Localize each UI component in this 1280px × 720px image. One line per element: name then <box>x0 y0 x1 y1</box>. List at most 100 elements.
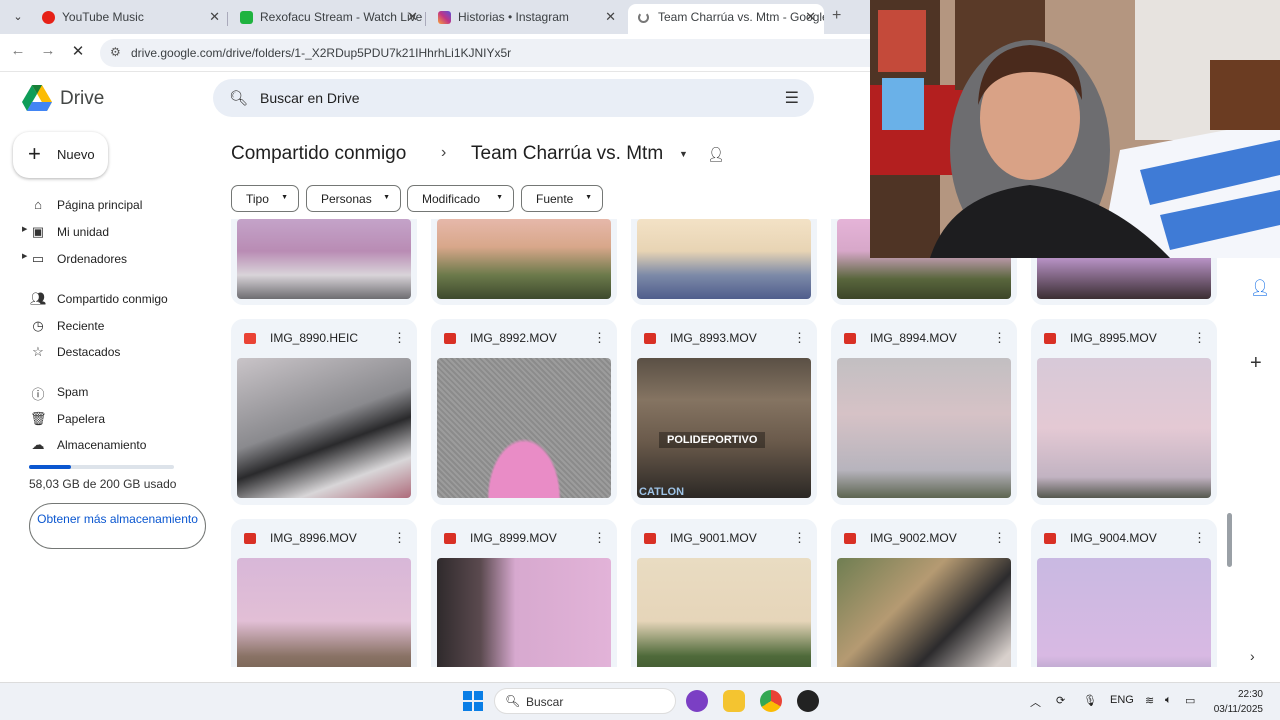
tab-separator <box>425 12 426 26</box>
chip-label: Fuente <box>536 192 574 206</box>
more-options-icon[interactable]: ⋮ <box>793 330 806 346</box>
contacts-icon[interactable]: 👤︎ <box>1250 278 1270 298</box>
file-card-partial[interactable] <box>431 219 617 305</box>
address-bar[interactable]: ⚙ drive.google.com/drive/folders/1-_X2RD… <box>100 39 870 67</box>
stop-loading-icon[interactable]: ✕ <box>68 42 88 60</box>
sidebar-item-home[interactable]: ⌂ Página principal <box>22 193 202 217</box>
file-name: IMG_8996.MOV <box>270 531 357 545</box>
drive-search-bar[interactable]: 🔍︎ Buscar en Drive ☰ <box>213 79 814 117</box>
close-tab-icon[interactable]: ✕ <box>805 4 816 30</box>
filter-modified-chip[interactable]: Modificado ▼ <box>407 185 514 212</box>
filter-people-chip[interactable]: Personas ▼ <box>306 185 401 212</box>
sidebar-item-recent[interactable]: ◷ Reciente <box>22 314 202 338</box>
expand-caret-icon[interactable]: ▶ <box>22 225 27 233</box>
language-indicator[interactable]: ENG <box>1110 694 1134 706</box>
file-card-partial[interactable] <box>231 219 417 305</box>
more-options-icon[interactable]: ⋮ <box>793 530 806 546</box>
file-name: IMG_8990.HEIC <box>270 331 359 345</box>
tab-drive-active[interactable]: Team Charrúa vs. Mtm - Google ✕ <box>628 4 824 34</box>
site-info-icon[interactable]: ⚙ <box>110 45 121 59</box>
sync-icon[interactable]: ⟳ <box>1056 694 1065 707</box>
more-options-icon[interactable]: ⋮ <box>593 530 606 546</box>
video-file-icon <box>844 533 856 544</box>
file-thumbnail <box>1037 558 1211 667</box>
tab-youtube-music[interactable]: YouTube Music ✕ <box>32 4 228 34</box>
folder-menu-caret-icon[interactable]: ▼ <box>679 149 688 159</box>
file-card[interactable]: IMG_9002.MOV ⋮ <box>831 519 1017 667</box>
sidebar-item-storage[interactable]: ☁ Almacenamiento <box>22 433 202 457</box>
chrome-icon[interactable] <box>760 690 782 712</box>
expand-panel-chevron-icon[interactable]: › <box>1250 648 1255 664</box>
file-card[interactable]: IMG_8993.MOV ⋮ POLIDEPORTIVO CATLON <box>631 319 817 505</box>
plus-icon: + <box>28 141 41 166</box>
breadcrumb-parent[interactable]: Compartido conmigo <box>231 143 406 165</box>
file-explorer-icon[interactable] <box>723 690 745 712</box>
github-desktop-icon[interactable] <box>686 690 708 712</box>
dropdown-caret-icon: ▼ <box>585 194 592 201</box>
grid-scrollbar[interactable] <box>1227 513 1232 567</box>
filter-type-chip[interactable]: Tipo ▼ <box>231 185 299 212</box>
file-card-partial[interactable] <box>631 219 817 305</box>
file-card[interactable]: IMG_8996.MOV ⋮ <box>231 519 417 667</box>
taskbar-clock[interactable]: 22:30 03/11/2025 <box>1205 687 1263 717</box>
chip-label: Modificado <box>422 192 481 206</box>
sidebar-item-my-drive[interactable]: ▶ ▣ Mi unidad <box>22 220 202 244</box>
more-options-icon[interactable]: ⋮ <box>993 530 1006 546</box>
windows-start-icon[interactable] <box>463 691 483 711</box>
search-icon[interactable]: 🔍︎ <box>229 89 248 107</box>
home-icon: ⌂ <box>34 197 42 212</box>
volume-icon[interactable]: 🔈︎ <box>1165 694 1172 707</box>
battery-icon[interactable]: ▭ <box>1185 694 1195 707</box>
more-options-icon[interactable]: ⋮ <box>393 330 406 346</box>
close-tab-icon[interactable]: ✕ <box>209 4 220 30</box>
filter-source-chip[interactable]: Fuente ▼ <box>521 185 603 212</box>
add-addon-plus-icon[interactable]: + <box>1250 352 1262 375</box>
breadcrumb-current-folder[interactable]: Team Charrúa vs. Mtm <box>471 143 663 165</box>
obs-icon[interactable] <box>797 690 819 712</box>
more-options-icon[interactable]: ⋮ <box>993 330 1006 346</box>
file-card[interactable]: IMG_8995.MOV ⋮ <box>1031 319 1217 505</box>
tab-search-icon[interactable]: ⌄ <box>8 7 28 27</box>
close-tab-icon[interactable]: ✕ <box>407 4 418 30</box>
close-tab-icon[interactable]: ✕ <box>605 4 616 30</box>
wifi-icon[interactable]: ≋ <box>1145 694 1154 707</box>
sidebar-item-trash[interactable]: 🗑︎ Papelera <box>22 407 202 431</box>
dropdown-caret-icon: ▼ <box>281 194 288 201</box>
tab-instagram[interactable]: Historias • Instagram ✕ <box>428 4 624 34</box>
clock-time: 22:30 <box>1237 689 1263 700</box>
new-tab-plus-icon[interactable]: + <box>832 7 841 25</box>
sidebar-item-computers[interactable]: ▶ ▭ Ordenadores <box>22 247 202 271</box>
more-options-icon[interactable]: ⋮ <box>1193 530 1206 546</box>
get-more-storage-button[interactable]: Obtener más almacenamiento <box>29 503 206 549</box>
file-card[interactable]: IMG_8990.HEIC ⋮ <box>231 319 417 505</box>
new-button[interactable]: + Nuevo <box>13 132 108 178</box>
shared-folder-icon[interactable]: 👤︎ <box>707 146 725 163</box>
dropdown-caret-icon: ▼ <box>496 194 503 201</box>
browser-toolbar: ← → ✕ ⚙ drive.google.com/drive/folders/1… <box>0 34 870 72</box>
file-card[interactable]: IMG_8994.MOV ⋮ <box>831 319 1017 505</box>
file-card[interactable]: IMG_8999.MOV ⋮ <box>431 519 617 667</box>
back-arrow-icon[interactable]: ← <box>8 42 28 59</box>
sidebar-item-label: Spam <box>57 385 89 399</box>
spam-icon: ⓘ <box>31 387 45 402</box>
file-card[interactable]: IMG_9004.MOV ⋮ <box>1031 519 1217 667</box>
sidebar-item-spam[interactable]: ⓘ Spam <box>22 380 202 404</box>
forward-arrow-icon[interactable]: → <box>38 42 58 59</box>
tab-rexofacu[interactable]: Rexofacu Stream - Watch Live o ✕ <box>230 4 426 34</box>
sidebar-item-shared[interactable]: 👥︎ Compartido conmigo <box>22 287 202 311</box>
more-options-icon[interactable]: ⋮ <box>1193 330 1206 346</box>
taskbar-search-box[interactable]: 🔍︎ Buscar <box>494 688 676 714</box>
computer-icon: ▭ <box>31 251 45 266</box>
new-button-label: Nuevo <box>57 147 95 162</box>
file-card[interactable]: IMG_9001.MOV ⋮ <box>631 519 817 667</box>
file-card[interactable]: IMG_8992.MOV ⋮ <box>431 319 617 505</box>
sidebar-item-starred[interactable]: ☆ Destacados <box>22 340 202 364</box>
more-options-icon[interactable]: ⋮ <box>393 530 406 546</box>
tray-chevron-up-icon[interactable]: ︿ <box>1030 694 1041 710</box>
expand-caret-icon[interactable]: ▶ <box>22 252 27 260</box>
search-options-icon[interactable]: ☰ <box>785 88 799 108</box>
more-options-icon[interactable]: ⋮ <box>593 330 606 346</box>
video-file-icon <box>244 533 256 544</box>
kick-favicon-icon <box>240 11 253 24</box>
microphone-icon[interactable]: 🎙︎ <box>1083 694 1097 707</box>
